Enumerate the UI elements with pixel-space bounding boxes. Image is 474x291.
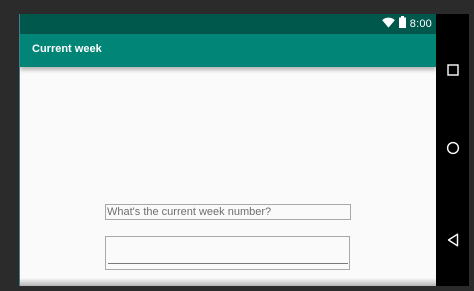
app-title: Current week (32, 43, 102, 55)
battery-icon (398, 15, 406, 33)
bottom-shadow (20, 278, 436, 286)
navigation-bar (436, 14, 469, 286)
status-icons: 8:00 (381, 15, 432, 33)
week-input-container (105, 236, 350, 270)
app-bar: Current week (20, 34, 436, 67)
recents-button[interactable] (436, 52, 469, 92)
back-icon (447, 233, 459, 252)
input-underline (108, 263, 348, 264)
home-icon (446, 141, 460, 160)
week-number-input[interactable] (108, 241, 346, 261)
recents-icon (446, 63, 459, 81)
home-button[interactable] (436, 130, 469, 170)
status-time: 8:00 (409, 18, 432, 30)
main-content: What's the current week number? (20, 67, 436, 286)
week-question-label: What's the current week number? (105, 204, 351, 220)
device-screen: 8:00 Current week What's the current wee… (20, 14, 436, 286)
status-bar: 8:00 (20, 14, 436, 34)
wifi-icon (381, 15, 395, 33)
back-button[interactable] (436, 222, 469, 262)
